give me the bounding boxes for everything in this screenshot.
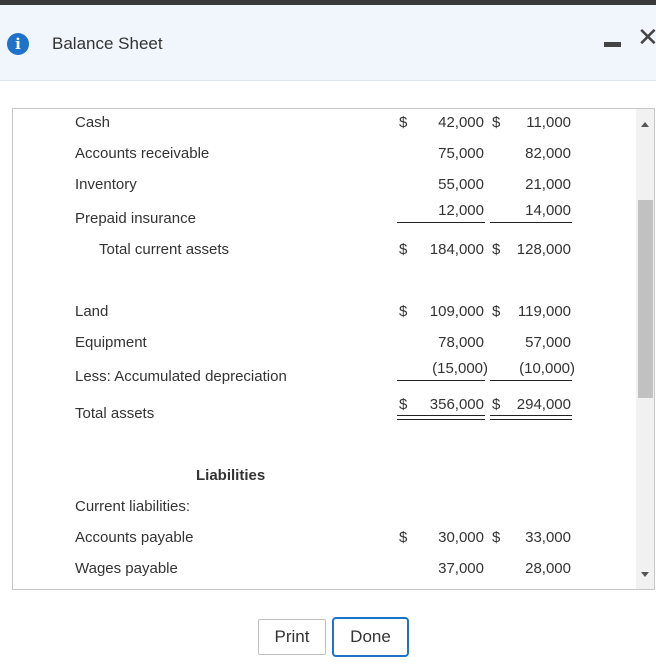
depreciation-prior-value: (10,000) (519, 360, 575, 377)
row-label-wages-payable: Wages payable (75, 560, 178, 577)
dollar-sign: $ (492, 114, 501, 131)
minimize-button[interactable] (604, 42, 621, 47)
total-assets-prior: 294,000 (516, 396, 571, 413)
inventory-current-value: 55,000 (438, 176, 484, 193)
scroll-down-arrow-icon[interactable] (641, 572, 649, 577)
total-current-assets-current: 184,000 (429, 241, 484, 258)
dialog-header: i Balance Sheet ✕ (0, 5, 656, 81)
row-label-equipment: Equipment (75, 334, 147, 351)
prepaid-current-value: 12,000 (438, 202, 484, 219)
double-underline (397, 419, 485, 420)
row-label-accounts-receivable: Accounts receivable (75, 145, 210, 162)
dollar-sign: $ (492, 396, 501, 413)
dialog-title: Balance Sheet (52, 34, 163, 53)
wages-prior-value: 28,000 (525, 560, 571, 577)
done-button[interactable]: Done (332, 617, 409, 657)
ap-current-value: 30,000 (438, 529, 484, 546)
row-label-prepaid-insurance: Prepaid insurance (75, 210, 196, 227)
vertical-scrollbar[interactable] (636, 109, 654, 589)
total-current-assets-prior: 128,000 (516, 241, 571, 258)
depreciation-current-value: (15,000) (432, 360, 488, 377)
dollar-sign: $ (399, 396, 408, 413)
dollar-sign: $ (399, 303, 408, 320)
equipment-prior-value: 57,000 (525, 334, 571, 351)
info-icon: i (7, 33, 29, 55)
cash-prior-value: 11,000 (526, 114, 571, 131)
ar-prior-value: 82,000 (525, 145, 571, 162)
row-label-inventory: Inventory (75, 176, 137, 193)
liabilities-heading: Liabilities (196, 467, 266, 484)
underline (490, 380, 572, 381)
dollar-sign: $ (492, 241, 501, 258)
land-current-value: 109,000 (429, 303, 484, 320)
double-underline (490, 415, 572, 416)
row-label-accounts-payable: Accounts payable (75, 529, 194, 546)
double-underline (490, 419, 572, 420)
scroll-thumb[interactable] (638, 200, 653, 398)
total-assets-current: 356,000 (429, 396, 484, 413)
print-button[interactable]: Print (258, 619, 326, 655)
dollar-sign: $ (399, 241, 408, 258)
dollar-sign: $ (399, 114, 408, 131)
underline (490, 222, 572, 223)
row-label-total-current-assets: Total current assets (99, 241, 230, 258)
double-underline (397, 415, 485, 416)
row-label-cash: Cash (75, 114, 111, 131)
dollar-sign: $ (492, 303, 501, 320)
row-label-accumulated-depreciation: Less: Accumulated depreciation (75, 368, 287, 385)
prepaid-prior-value: 14,000 (525, 202, 571, 219)
land-prior-value: 119,000 (517, 303, 571, 320)
row-label-land: Land (75, 303, 109, 320)
wages-current-value: 37,000 (438, 560, 484, 577)
row-label-total-assets: Total assets (75, 405, 155, 422)
underline (397, 380, 485, 381)
inventory-prior-value: 21,000 (525, 176, 571, 193)
scroll-up-arrow-icon[interactable] (641, 122, 649, 127)
cash-current-value: 42,000 (438, 114, 484, 131)
equipment-current-value: 78,000 (438, 334, 484, 351)
ap-prior-value: 33,000 (525, 529, 571, 546)
row-label-current-liabilities: Current liabilities: (75, 498, 191, 515)
ar-current-value: 75,000 (438, 145, 484, 162)
dollar-sign: $ (492, 529, 501, 546)
balance-sheet-panel: Cash $ 42,000 $ 11,000 Accounts receivab… (12, 108, 655, 590)
underline (397, 222, 485, 223)
close-button[interactable]: ✕ (637, 25, 656, 51)
dollar-sign: $ (399, 529, 408, 546)
